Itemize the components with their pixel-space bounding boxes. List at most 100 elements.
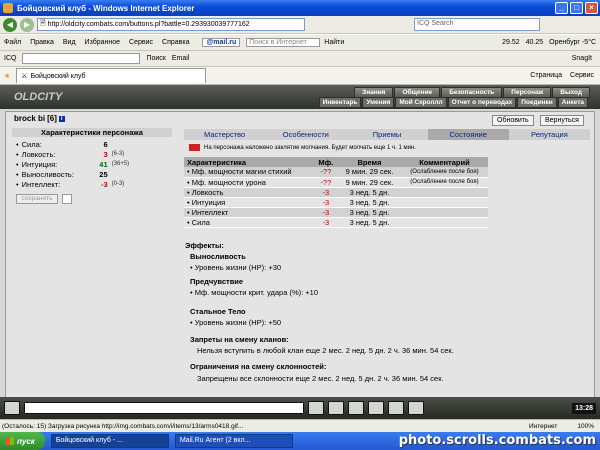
effect-title: Предчувствие [190, 277, 244, 286]
game-logo: OLDCITY [14, 91, 63, 103]
table-row: • Интеллект -3 3 нед. 5 дн. [184, 207, 488, 218]
tab-state[interactable]: Состояние [427, 129, 509, 140]
page-icon: 🗎 [40, 20, 46, 27]
stat-row: • Интуиция: 41 (36+5) [16, 159, 166, 169]
menu-help[interactable]: Справка [162, 39, 189, 46]
bullet-icon: • [16, 179, 19, 189]
tools-menu[interactable]: Сервис [570, 72, 594, 79]
table-cell: -?? [313, 177, 339, 188]
effect-line: • Уровень жизни (HP): +50 [190, 318, 282, 327]
stat-row: • Сила: 6 [16, 139, 166, 149]
taskbar-item-combats[interactable]: Бойцовский клуб - ... [50, 434, 169, 448]
submenu-inventory[interactable]: Инвентарь [318, 97, 362, 108]
clear-button[interactable] [368, 401, 384, 415]
submenu-fights[interactable]: Поединки [517, 97, 557, 108]
menu-file[interactable]: Файл [4, 39, 21, 46]
back-button[interactable]: Вернуться [540, 115, 584, 126]
table-cell: 9 мин. 29 сек. [338, 167, 401, 178]
bullet-icon: • [16, 169, 19, 179]
mailru-logo[interactable]: @mail.ru [202, 38, 241, 47]
tab-combats[interactable]: ⚔ Бойцовский клуб [16, 68, 207, 83]
table-cell [400, 187, 488, 198]
menu-favorites[interactable]: Избранное [85, 39, 120, 46]
col-time: Время [338, 157, 401, 167]
save-checkbox[interactable] [62, 194, 72, 204]
stat-value: 6 [103, 139, 108, 149]
game-header: OLDCITY Знания Общение Безопасность Перс… [0, 85, 600, 109]
game-clock: 13:28 [572, 402, 596, 414]
refresh-button[interactable]: Обновить [492, 115, 534, 126]
menu-tools[interactable]: Сервис [129, 39, 153, 46]
filter-button[interactable] [348, 401, 364, 415]
maximize-button[interactable]: □ [570, 2, 583, 14]
tab-features[interactable]: Особенности [265, 129, 346, 140]
effect-line: • Мф. мощности крит. удара (%): +10 [190, 288, 319, 297]
stat-row: • Интеллект: -3 (0-3) [16, 179, 166, 189]
favorites-star-icon[interactable]: ★ [4, 72, 10, 80]
tab-mastery[interactable]: Мастерство [184, 129, 265, 140]
close-button[interactable]: × [585, 2, 598, 14]
submenu-transfers[interactable]: Отчет о переводах [447, 97, 517, 108]
stat-name: Сила: [21, 139, 42, 149]
chat-mode-button[interactable] [4, 401, 20, 415]
channel-button[interactable] [388, 401, 404, 415]
save-button[interactable]: сохранить [16, 194, 58, 204]
stat-name: Интуиция: [21, 159, 58, 169]
stat-extra: (6-3) [111, 151, 125, 157]
tab-techniques[interactable]: Приемы [346, 129, 427, 140]
back-arrow-icon[interactable]: ◀ [3, 17, 17, 32]
menu-edit[interactable]: Правка [30, 39, 54, 46]
zone-label: Интернет [529, 422, 558, 430]
window-title: Бойцовский клуб - Windows Internet Explo… [17, 3, 195, 13]
stat-extra: (36+5) [111, 161, 130, 167]
character-name-text: brock bi [14, 114, 46, 123]
icq-label[interactable]: ICQ [4, 55, 16, 62]
submenu-profile[interactable]: Анкета [557, 97, 588, 108]
zoom-level[interactable]: 100% [577, 423, 594, 430]
effect-title: Стальное Тело [190, 307, 246, 316]
toolbar-email-button[interactable]: Email [172, 55, 190, 62]
minimize-button[interactable]: _ [555, 2, 568, 14]
tab-bar: ★ ⚔ Бойцовский клуб Страница Сервис [0, 67, 600, 85]
table-cell: • Мф. мощности магии стихий [184, 167, 314, 178]
stat-value: 3 [103, 149, 108, 159]
table-cell [400, 217, 488, 228]
icq-input[interactable] [22, 53, 141, 64]
stat-extra: (0-3) [111, 181, 125, 187]
character-panel: brock bi [6] i Обновить Вернуться Характ… [5, 111, 595, 399]
menu-view[interactable]: Вид [63, 39, 76, 46]
snagit-button[interactable]: SnagIt [572, 55, 592, 62]
table-cell: • Мф. мощности урона [184, 177, 314, 188]
character-tabs: Мастерство Особенности Приемы Состояние … [184, 129, 590, 140]
icq-search-input[interactable]: ICQ Search [414, 18, 540, 31]
chat-input[interactable] [24, 402, 304, 414]
table-row: • Мф. мощности магии стихий -?? 9 мин. 29 … [184, 167, 488, 178]
start-button[interactable]: пуск [0, 432, 45, 450]
submenu-skills[interactable]: Умения [362, 97, 395, 108]
table-cell [400, 207, 488, 218]
taskbar-item-mailru-agent[interactable]: Mail.Ru Агент (2 вкл... [174, 434, 293, 448]
forward-arrow-icon[interactable]: ▶ [20, 17, 34, 32]
submenu-my-scroll[interactable]: Мой Скроллл [395, 97, 447, 108]
effect-line: • Уровень жизни (HP): +30 [190, 263, 282, 272]
url-input[interactable]: 🗎 http://oldcity.combats.com/buttons.pl?… [37, 18, 305, 31]
silence-notice-text: На персонажа наложено заклятие молчания.… [204, 144, 416, 151]
table-cell: -3 [313, 197, 339, 208]
toolbar-search-button[interactable]: Поиск [146, 55, 165, 62]
col-mf: Мф. [313, 157, 339, 167]
page-menu[interactable]: Страница [530, 72, 562, 79]
translit-button[interactable] [408, 401, 424, 415]
table-row: • Мф. мощности урона -?? 9 мин. 29 сек. (Ос… [184, 177, 488, 188]
table-cell: -3 [313, 207, 339, 218]
info-icon[interactable]: i [58, 115, 65, 122]
internet-search-input[interactable]: Поиск в Интернет [246, 38, 321, 47]
silence-icon [189, 144, 200, 151]
send-button[interactable] [308, 401, 324, 415]
tab-icon: ⚔ [21, 73, 28, 80]
window-titlebar: Бойцовский клуб - Windows Internet Explo… [0, 0, 600, 16]
tab-reputation[interactable]: Репутация [509, 129, 590, 140]
table-cell: 3 нед. 5 дн. [338, 207, 401, 218]
smiles-button[interactable] [328, 401, 344, 415]
tab-title: Бойцовский клуб [30, 72, 86, 80]
find-button[interactable]: Найти [324, 39, 344, 46]
